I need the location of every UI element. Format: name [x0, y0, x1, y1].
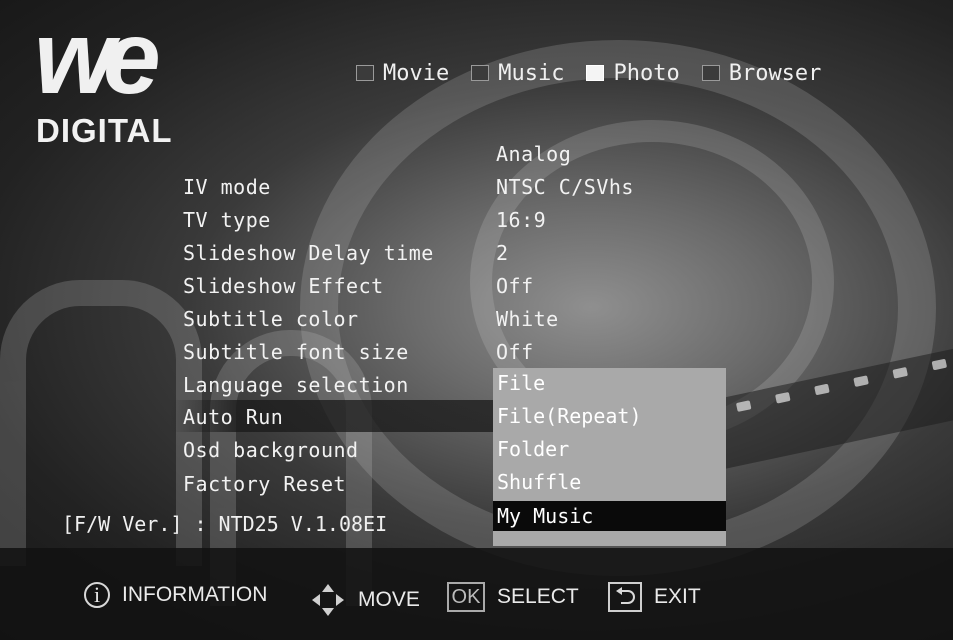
hint-exit[interactable]: EXIT [608, 582, 701, 612]
ok-icon: OK [447, 582, 485, 612]
setting-label-subtitle-font-size[interactable]: Subtitle font size [183, 340, 409, 364]
dropdown-option-my-music[interactable]: My Music [493, 501, 726, 531]
nav-music[interactable]: Music [471, 61, 564, 86]
nav-movie[interactable]: Movie [356, 61, 449, 86]
logo-digital-text: DIGITAL [36, 112, 173, 149]
setting-value-tv-type[interactable]: 16:9 [496, 208, 546, 232]
logo-we-text: we [34, 0, 161, 116]
setting-value-iv-mode[interactable]: NTSC C/SVhs [496, 175, 634, 199]
hint-move[interactable]: MOVE [310, 582, 420, 618]
setting-value-slideshow-delay[interactable]: 2 [496, 241, 509, 265]
setting-value-subtitle-color[interactable]: White [496, 307, 559, 331]
setting-value-slideshow-effect[interactable]: Off [496, 274, 534, 298]
nav-label: Photo [613, 60, 680, 86]
setting-label-subtitle-color[interactable]: Subtitle color [183, 307, 359, 331]
nav-square-icon [701, 65, 720, 81]
dropdown-option-shuffle[interactable]: Shuffle [493, 467, 726, 497]
setting-label-iv-mode[interactable]: IV mode [183, 175, 271, 199]
hint-exit-label: EXIT [654, 585, 701, 608]
dropdown-option-file-repeat[interactable]: File(Repeat) [493, 401, 726, 431]
auto-run-dropdown[interactable]: File File(Repeat) Folder Shuffle My Musi… [493, 368, 726, 546]
setting-value-subtitle-font-size[interactable]: Off [496, 340, 534, 364]
setting-label-slideshow-delay[interactable]: Slideshow Delay time [183, 241, 434, 265]
setting-label-osd-background[interactable]: Osd background [183, 438, 359, 462]
nav-label: Movie [383, 60, 450, 86]
nav-photo[interactable]: Photo [586, 60, 680, 86]
hint-move-label: MOVE [358, 588, 420, 611]
hint-information-label: INFORMATION [122, 583, 268, 606]
dropdown-option-file[interactable]: File [493, 368, 726, 398]
setting-label-auto-run[interactable]: Auto Run [183, 405, 283, 429]
nav-square-icon [356, 65, 374, 81]
nav-browser[interactable]: Browser [701, 60, 822, 86]
setting-label-factory-reset[interactable]: Factory Reset [183, 472, 346, 496]
header-value: Analog [496, 142, 572, 166]
dropdown-option-folder[interactable]: Folder [493, 434, 726, 464]
setting-label-tv-type[interactable]: TV type [183, 208, 271, 232]
nav-square-icon [586, 65, 605, 81]
setting-label-slideshow-effect[interactable]: Slideshow Effect [183, 274, 384, 298]
firmware-version: [F/W Ver.] : NTD25 V.1.08EI [62, 512, 388, 536]
top-nav: Movie Music Photo Browser [356, 58, 843, 88]
hint-information[interactable]: i INFORMATION [84, 582, 267, 608]
bottom-hint-bar: i INFORMATION MOVE OK SELECT EXIT [0, 548, 953, 640]
setting-label-language-selection[interactable]: Language selection [183, 373, 409, 397]
move-arrows-icon [310, 582, 346, 618]
osd-screen: we DIGITAL Movie Music Photo Browser Ana… [0, 0, 953, 640]
nav-label: Browser [728, 60, 822, 86]
info-icon: i [84, 582, 110, 608]
hint-select[interactable]: OK SELECT [447, 582, 579, 612]
nav-square-icon [471, 65, 490, 81]
return-arrow-icon [608, 582, 642, 612]
nav-label: Music [498, 60, 565, 86]
hint-select-label: SELECT [497, 585, 579, 608]
we-digital-logo: we DIGITAL [34, 6, 214, 154]
